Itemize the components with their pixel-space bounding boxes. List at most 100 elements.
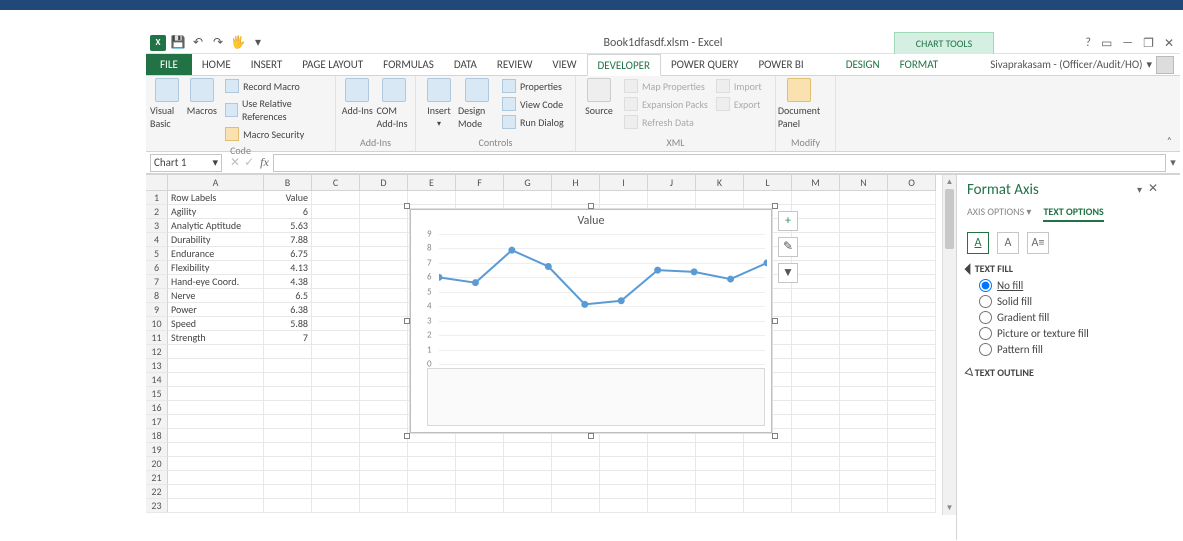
run-dialog-button[interactable]: Run Dialog — [500, 114, 566, 130]
ribbon-display-icon[interactable]: ▭ — [1101, 36, 1112, 51]
maximize-icon[interactable]: ❐ — [1143, 36, 1154, 51]
row-header-18[interactable]: 18 — [146, 429, 168, 443]
row-header-16[interactable]: 16 — [146, 401, 168, 415]
col-header-C[interactable]: C — [312, 175, 360, 191]
pattern-fill-radio[interactable]: Pattern fill — [979, 343, 1156, 356]
col-header-E[interactable]: E — [408, 175, 456, 191]
com-addins-button[interactable]: COM Add-Ins — [377, 78, 412, 130]
signed-in-user[interactable]: Sivaprakasam - (Officer/Audit/HO)▾ — [990, 54, 1174, 76]
relative-references-button[interactable]: Use Relative References — [223, 96, 331, 124]
close-icon[interactable]: ✕ — [1164, 36, 1174, 51]
row-header-2[interactable]: 2 — [146, 205, 168, 219]
row-header-7[interactable]: 7 — [146, 275, 168, 289]
visual-basic-button[interactable]: Visual Basic — [150, 78, 185, 142]
tab-page-layout[interactable]: PAGE LAYOUT — [292, 54, 373, 75]
row-header-14[interactable]: 14 — [146, 373, 168, 387]
qat-redo-icon[interactable]: ↷ — [210, 35, 226, 51]
tab-review[interactable]: REVIEW — [487, 54, 543, 75]
col-header-A[interactable]: A — [168, 175, 264, 191]
properties-button[interactable]: Properties — [500, 78, 566, 94]
col-header-G[interactable]: G — [504, 175, 552, 191]
row-header-8[interactable]: 8 — [146, 289, 168, 303]
formula-input[interactable] — [273, 154, 1166, 172]
row-header-9[interactable]: 9 — [146, 303, 168, 317]
scroll-thumb[interactable] — [945, 189, 954, 249]
tab-view[interactable]: VIEW — [542, 54, 586, 75]
design-mode-button[interactable]: Design Mode — [458, 78, 496, 130]
picture-fill-radio[interactable]: Picture or texture fill — [979, 327, 1156, 340]
macro-security-button[interactable]: Macro Security — [223, 126, 331, 142]
worksheet-grid[interactable]: ABCDEFGHIJKLMNO 123456789101112131415161… — [146, 175, 956, 540]
col-header-J[interactable]: J — [648, 175, 696, 191]
formula-expand-icon[interactable]: ▾ — [1166, 156, 1180, 169]
row-header-22[interactable]: 22 — [146, 485, 168, 499]
row-header-23[interactable]: 23 — [146, 499, 168, 513]
minimize-icon[interactable]: — — [1122, 36, 1133, 50]
text-fill-section[interactable]: TEXT FILL — [967, 262, 1156, 275]
text-fill-outline-icon[interactable]: A — [967, 232, 989, 254]
pane-close-icon[interactable]: ✕ — [1148, 181, 1158, 196]
col-header-M[interactable]: M — [792, 175, 840, 191]
col-header-F[interactable]: F — [456, 175, 504, 191]
col-header-N[interactable]: N — [840, 175, 888, 191]
tab-power-bi[interactable]: POWER BI — [748, 54, 813, 75]
gradient-fill-radio[interactable]: Gradient fill — [979, 311, 1156, 324]
row-header-3[interactable]: 3 — [146, 219, 168, 233]
row-header-21[interactable]: 21 — [146, 471, 168, 485]
qat-customize-icon[interactable]: ▾ — [250, 35, 266, 51]
row-header-6[interactable]: 6 — [146, 261, 168, 275]
text-outline-section[interactable]: TEXT OUTLINE — [967, 366, 1156, 379]
addins-button[interactable]: Add-Ins — [340, 78, 375, 130]
text-effects-icon[interactable]: A — [997, 232, 1019, 254]
embedded-chart[interactable]: Value 0123456789 — [410, 209, 772, 433]
row-header-19[interactable]: 19 — [146, 443, 168, 457]
chart-plot-area[interactable]: 0123456789 — [427, 234, 765, 364]
xml-source-button[interactable]: Source — [580, 78, 618, 130]
chart-title[interactable]: Value — [411, 210, 771, 228]
row-header-20[interactable]: 20 — [146, 457, 168, 471]
qat-touch-icon[interactable]: 🖐 — [230, 35, 246, 51]
tab-data[interactable]: DATA — [444, 54, 487, 75]
chart-filters-button[interactable]: ▼ — [778, 263, 798, 283]
tab-power-query[interactable]: POWER QUERY — [661, 54, 748, 75]
text-options-tab[interactable]: TEXT OPTIONS — [1043, 205, 1103, 222]
tab-file[interactable]: FILE — [146, 54, 192, 75]
solid-fill-radio[interactable]: Solid fill — [979, 295, 1156, 308]
record-macro-button[interactable]: Record Macro — [223, 78, 331, 94]
vertical-scrollbar[interactable]: ▲ ▼ — [942, 175, 956, 515]
row-header-10[interactable]: 10 — [146, 317, 168, 331]
document-panel-button[interactable]: Document Panel — [780, 78, 818, 130]
row-header-17[interactable]: 17 — [146, 415, 168, 429]
qat-save-icon[interactable]: 💾 — [170, 35, 186, 51]
qat-undo-icon[interactable]: ↶ — [190, 35, 206, 51]
scroll-down-icon[interactable]: ▼ — [943, 501, 956, 515]
col-header-D[interactable]: D — [360, 175, 408, 191]
row-header-12[interactable]: 12 — [146, 345, 168, 359]
help-icon[interactable]: ? — [1085, 36, 1091, 50]
textbox-icon[interactable]: A≡ — [1027, 232, 1049, 254]
tab-chart-format[interactable]: FORMAT — [890, 54, 948, 75]
axis-options-tab[interactable]: AXIS OPTIONS ▾ — [967, 205, 1031, 222]
tab-home[interactable]: HOME — [192, 54, 241, 75]
pane-pin-icon[interactable]: ▾ — [1137, 183, 1142, 196]
row-header-11[interactable]: 11 — [146, 331, 168, 345]
row-header-13[interactable]: 13 — [146, 359, 168, 373]
view-code-button[interactable]: View Code — [500, 96, 566, 112]
col-header-L[interactable]: L — [744, 175, 792, 191]
macros-button[interactable]: Macros — [185, 78, 220, 142]
col-header-B[interactable]: B — [264, 175, 312, 191]
row-header-1[interactable]: 1 — [146, 191, 168, 205]
chart-category-axis-area[interactable] — [427, 368, 765, 426]
chart-styles-button[interactable]: ✎ — [778, 237, 798, 257]
collapse-ribbon-icon[interactable]: ˄ — [1167, 134, 1172, 147]
row-header-15[interactable]: 15 — [146, 387, 168, 401]
col-header-O[interactable]: O — [888, 175, 936, 191]
tab-chart-design[interactable]: DESIGN — [836, 54, 890, 75]
insert-control-button[interactable]: Insert▾ — [420, 78, 458, 130]
select-all-corner[interactable] — [146, 175, 168, 191]
col-header-H[interactable]: H — [552, 175, 600, 191]
no-fill-radio[interactable]: No fill — [979, 279, 1156, 292]
chart-elements-button[interactable]: + — [778, 211, 798, 231]
col-header-K[interactable]: K — [696, 175, 744, 191]
tab-developer[interactable]: DEVELOPER — [587, 54, 661, 76]
